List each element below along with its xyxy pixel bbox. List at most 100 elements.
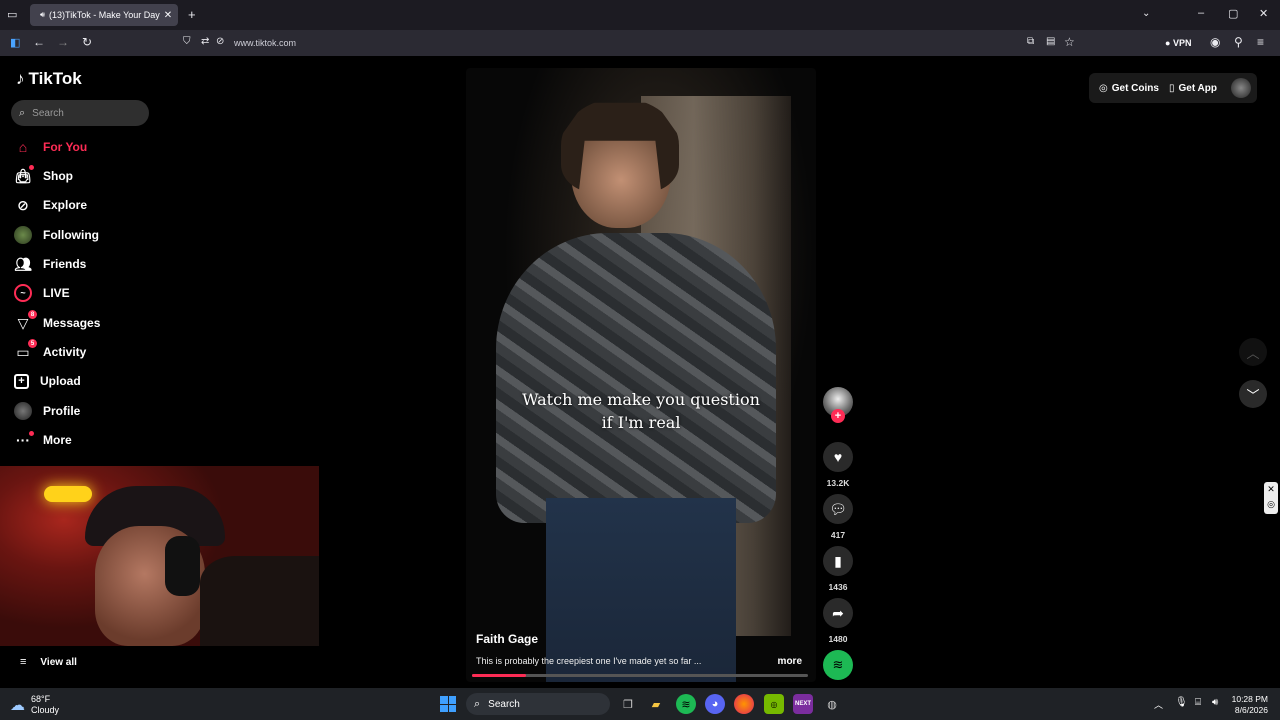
sidebar-toggle-icon[interactable]: ◧ — [10, 36, 20, 49]
nav-more[interactable]: ··· More — [14, 430, 72, 450]
sound-button[interactable]: ≋ — [822, 650, 854, 680]
like-count: 13.2K — [826, 478, 850, 488]
caption-line-2: if I'm real — [601, 413, 681, 432]
browser-tab[interactable]: 🔊︎ (13)TikTok - Make Your Day ✕ — [30, 4, 178, 26]
weather-widget[interactable]: ☁ 68°F Cloudy — [10, 694, 59, 716]
nav-upload[interactable]: + Upload — [14, 371, 81, 391]
webcam-overlay — [0, 466, 319, 646]
firefox-icon[interactable] — [734, 694, 754, 714]
nav-profile[interactable]: Profile — [14, 401, 80, 421]
chevron-down-icon[interactable]: ⌄ — [1142, 8, 1150, 19]
more-button[interactable]: more — [778, 656, 802, 667]
search-input[interactable]: ⌕ Search — [11, 100, 149, 126]
reload-icon[interactable]: ↻ — [82, 35, 92, 49]
minimize-icon[interactable]: – — [1198, 7, 1204, 19]
nav-label: Messages — [43, 316, 101, 330]
nvidia-icon[interactable]: ◎ — [764, 694, 784, 714]
reader-view-icon[interactable]: ▤ — [1046, 36, 1055, 47]
obs-icon[interactable]: ◍ — [822, 694, 842, 714]
nav-explore[interactable]: ⊘ Explore — [14, 195, 87, 215]
nav-label: Explore — [43, 198, 88, 212]
view-all-label: View all — [40, 656, 77, 668]
menu-icon[interactable]: ≡ — [1257, 35, 1264, 49]
nav-for-you[interactable]: ⌂ For You — [14, 137, 87, 157]
chevron-up-icon: ︿ — [1246, 345, 1260, 361]
back-icon[interactable]: ← — [33, 35, 45, 49]
picture-in-picture-icon[interactable]: ⧉ — [1027, 36, 1034, 47]
shield-icon[interactable]: ⛉ — [183, 36, 191, 47]
extensions-icon[interactable]: ⚲ — [1234, 35, 1243, 49]
user-avatar[interactable] — [1231, 78, 1251, 98]
permissions-icon[interactable]: ⇄ — [201, 36, 209, 47]
view-all-button[interactable]: ≡ View all — [20, 652, 77, 672]
like-button[interactable]: ♥ 13.2K — [822, 442, 854, 488]
video-author[interactable]: Faith Gage — [476, 632, 538, 646]
nav-following[interactable]: Following — [14, 225, 99, 245]
video-progress-bar[interactable] — [472, 674, 808, 677]
microphone-icon[interactable]: 🎙︎ — [1175, 697, 1188, 708]
maximize-icon[interactable]: ▢ — [1228, 7, 1238, 20]
clock[interactable]: 10:28 PM 8/6/2026 — [1228, 694, 1268, 716]
heart-icon: ♥ — [823, 442, 853, 472]
new-tab-icon[interactable]: + — [188, 7, 196, 22]
creator-avatar-button[interactable]: + — [822, 387, 854, 423]
live-icon: ~ — [14, 284, 32, 302]
nav-label: Following — [43, 228, 99, 242]
volume-icon[interactable]: 🔊︎ — [1212, 697, 1218, 708]
taskbar-search[interactable]: ⌕ Search — [466, 693, 610, 715]
nav-messages[interactable]: ▽ 8 Messages — [14, 310, 101, 333]
nav-live[interactable]: ~ LIVE — [14, 283, 70, 303]
widget-icon[interactable]: ◎ — [1264, 497, 1278, 512]
upload-icon: + — [14, 373, 29, 389]
nav-activity[interactable]: ▭ 5 Activity — [14, 339, 86, 362]
bookmark-icon: ▮ — [823, 546, 853, 576]
tracking-icon[interactable]: ⊘ — [216, 36, 224, 47]
previous-video-button[interactable]: ︿ — [1239, 338, 1267, 366]
get-coins-button[interactable]: ◎ Get Coins — [1099, 83, 1159, 94]
tab-list-icon[interactable]: ▭ — [7, 8, 17, 21]
account-icon[interactable]: ◉ — [1210, 35, 1220, 49]
next-app-icon[interactable]: NEXT — [793, 694, 813, 714]
get-app-button[interactable]: ▯ Get App — [1169, 83, 1217, 94]
nav-label: More — [43, 433, 72, 447]
windows-start-icon[interactable] — [438, 694, 458, 714]
video-caption: Watch me make you question if I'm real — [466, 388, 816, 434]
browser-address-bar: ◧ ← → ↻ ⛉ ⇄ ⊘ www.tiktok.com ⧉ ▤ ☆ ● VPN… — [0, 30, 1280, 56]
get-app-label: Get App — [1178, 82, 1217, 94]
time: 10:28 PM — [1231, 694, 1268, 704]
close-tab-icon[interactable]: ✕ — [164, 10, 172, 21]
next-video-button[interactable]: ﹀ — [1239, 380, 1267, 408]
phone-icon: ▯ — [1168, 82, 1175, 94]
video-description: This is probably the creepiest one I've … — [476, 656, 702, 666]
share-button[interactable]: ➦ 1480 — [822, 598, 854, 644]
temperature: 68°F — [31, 694, 51, 704]
close-widget-icon[interactable]: ✕ — [1264, 482, 1278, 497]
friends-icon: 👥︎ — [14, 255, 32, 272]
vpn-icon: ● — [1165, 38, 1171, 48]
speaker-icon[interactable]: 🔊︎ — [40, 10, 45, 20]
network-icon[interactable]: ⌸ — [1195, 697, 1201, 708]
url-field[interactable]: www.tiktok.com — [234, 38, 296, 48]
spotify-taskbar-icon[interactable]: ≋ — [676, 694, 696, 714]
tray-chevron-up-icon[interactable]: ︿ — [1154, 698, 1163, 711]
forward-icon[interactable]: → — [57, 35, 69, 49]
nav-shop[interactable]: 👜︎ Shop — [14, 165, 73, 186]
follow-plus-icon[interactable]: + — [831, 409, 845, 423]
nav-label: For You — [43, 140, 88, 154]
bookmark-star-icon[interactable]: ☆ — [1064, 35, 1075, 49]
nav-friends[interactable]: 👥︎ Friends — [14, 254, 86, 274]
shopping-bag-icon: 👜︎ — [14, 165, 34, 185]
close-window-icon[interactable]: ✕ — [1259, 7, 1268, 20]
caption-line-1: Watch me make you question — [522, 390, 760, 409]
file-explorer-icon[interactable]: ▰ — [646, 694, 666, 714]
bookmark-button[interactable]: ▮ 1436 — [822, 546, 854, 592]
comment-button[interactable]: 💬︎ 417 — [822, 494, 854, 540]
vpn-button[interactable]: ● VPN — [1165, 38, 1191, 48]
discord-icon[interactable]: ◕ — [705, 694, 725, 714]
share-icon: ➦ — [823, 598, 853, 628]
video-player[interactable]: Watch me make you question if I'm real F… — [466, 68, 816, 682]
tiktok-logo[interactable]: ♪ TikTok — [16, 69, 82, 89]
side-widget[interactable]: ✕ ◎ — [1264, 482, 1278, 514]
task-view-icon[interactable]: ❐ — [618, 694, 638, 714]
chevron-down-icon: ﹀ — [1246, 387, 1260, 403]
